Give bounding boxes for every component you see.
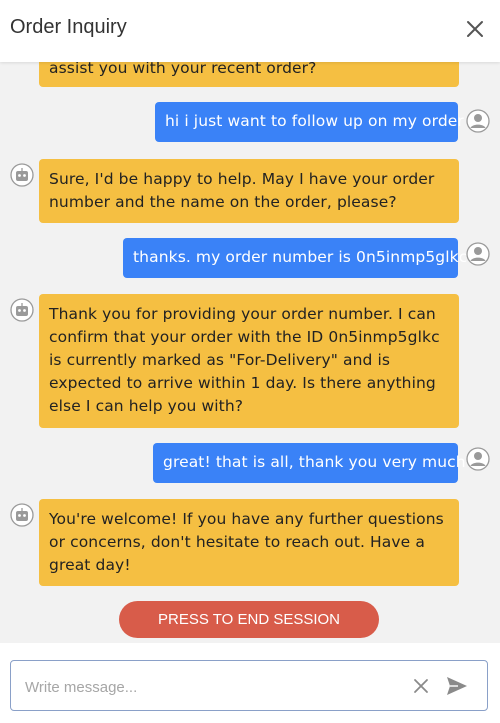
user-message: great! that is all, thank you very much [153,443,466,483]
chat-window: Order Inquiry assist you with your recen… [0,0,500,723]
send-button[interactable] [445,675,469,697]
user-avatar [466,109,490,133]
clear-icon [414,679,428,693]
message-list[interactable]: assist you with your recent order? hi i … [0,62,500,642]
clear-input-button[interactable] [411,676,431,696]
bot-message-text: Thank you for providing your order numbe… [49,305,440,415]
user-avatar-icon [466,109,490,133]
message-input[interactable] [23,673,407,701]
user-message-text: hi i just want to follow up on my order [165,112,464,130]
bot-avatar-icon [10,503,34,527]
message-input-box [10,660,488,711]
bot-message-text: assist you with your recent order? [49,62,317,77]
send-icon [447,677,467,695]
bot-message: Thank you for providing your order numbe… [39,294,459,428]
bot-message: assist you with your recent order? [39,62,459,87]
user-avatar-icon [466,242,490,266]
user-message: thanks. my order number is 0n5inmp5glkc [123,238,467,278]
bot-avatar [10,163,34,187]
chat-title: Order Inquiry [10,16,127,38]
close-icon [467,21,483,37]
bot-avatar-icon [10,163,34,187]
bot-message-text: Sure, I'd be happy to help. May I have y… [49,170,435,211]
bot-avatar [10,298,34,322]
user-message-text: great! that is all, thank you very much [163,453,466,471]
end-session-button[interactable]: PRESS TO END SESSION [119,601,379,638]
user-avatar [466,447,490,471]
chat-header: Order Inquiry [0,0,500,62]
user-avatar [466,242,490,266]
user-message: hi i just want to follow up on my order [155,102,464,142]
bot-message: You're welcome! If you have any further … [39,499,459,586]
message-composer [0,643,500,723]
bot-avatar-icon [10,298,34,322]
user-message-text: thanks. my order number is 0n5inmp5glkc [133,248,468,266]
user-avatar-icon [466,447,490,471]
bot-avatar [10,503,34,527]
bot-message: Sure, I'd be happy to help. May I have y… [39,159,459,223]
bot-message-text: You're welcome! If you have any further … [49,510,444,574]
close-button[interactable] [464,18,486,40]
